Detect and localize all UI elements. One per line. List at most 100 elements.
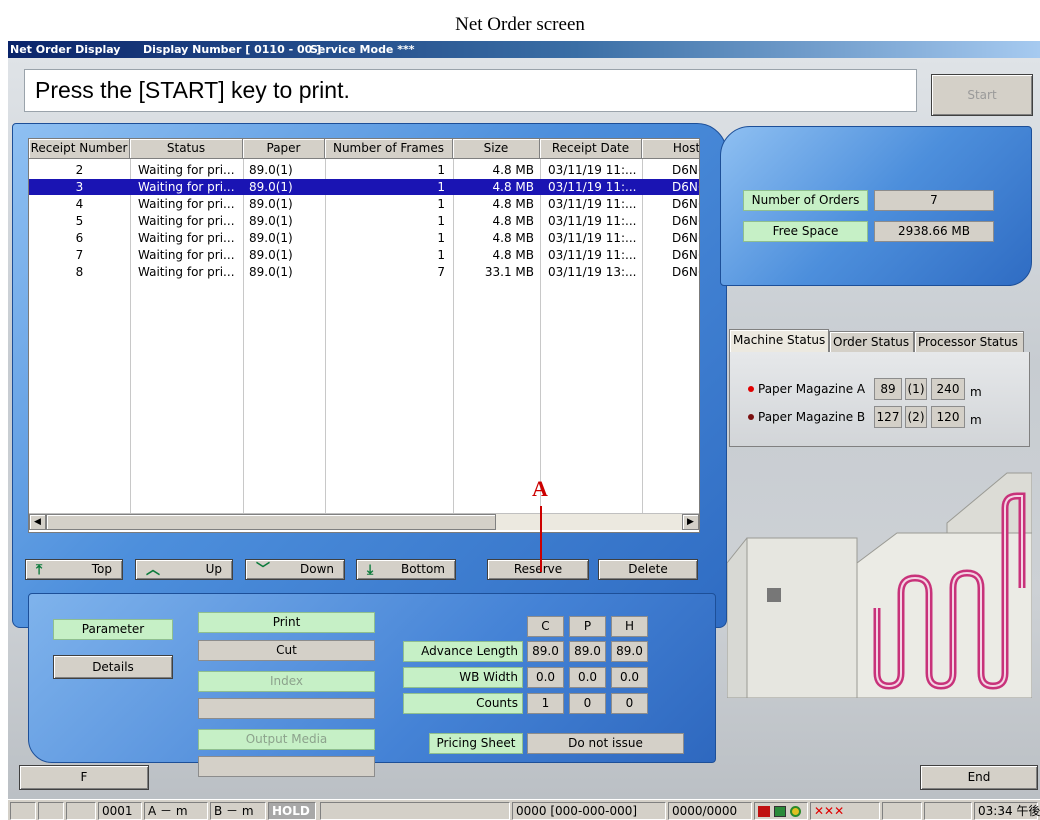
status-slot-3	[66, 802, 96, 820]
scroll-right-icon[interactable]: ▶	[682, 514, 699, 530]
table-cell-date: 03/11/19 11:...	[548, 214, 637, 228]
table-row[interactable]: 5 Waiting for pri... 89.0(1) 1 4.8 MB 03/11/1…	[29, 213, 700, 229]
status-bar: 0001 A － m B － m HOLD 0000 [000-000-000]…	[8, 799, 1040, 820]
magazine-a-slot: (1)	[905, 378, 927, 400]
table-cell-frames: 1	[437, 214, 445, 228]
column-number-of-frames[interactable]: Number of Frames	[325, 139, 453, 159]
table-cell-frames: 7	[437, 265, 445, 279]
counts-p: 0	[569, 693, 606, 714]
magazine-b-width: 127	[874, 406, 902, 428]
table-cell-receipt: 6	[75, 231, 84, 245]
column-host[interactable]: Host	[642, 139, 699, 159]
status-slot-2	[38, 802, 64, 820]
bottom-button-label: Bottom	[400, 562, 445, 576]
status-empty	[320, 802, 510, 820]
table-cell-paper: 89.0(1)	[249, 231, 293, 245]
table-row[interactable]: 6 Waiting for pri... 89.0(1) 1 4.8 MB 03/11/1…	[29, 230, 699, 246]
table-cell-date: 03/11/19 11:...	[548, 248, 637, 262]
number-of-orders-value: 7	[874, 190, 994, 211]
wb-h: 0.0	[611, 667, 648, 688]
delete-button[interactable]: Delete	[598, 559, 698, 580]
print-cell: Print	[198, 612, 375, 633]
status-a: A － m	[144, 802, 208, 820]
column-status[interactable]: Status	[130, 139, 243, 159]
table-row[interactable]: 8 Waiting for pri... 89.0(1) 7 33.1 MB 03/11/…	[29, 264, 700, 280]
tab-order-status[interactable]: Order Status	[829, 331, 914, 353]
index-value	[198, 698, 375, 719]
wb-width-label: WB Width	[403, 667, 523, 688]
table-cell-frames: 1	[437, 197, 445, 211]
title-bar: Net Order Display Display Number [ 0110 …	[8, 41, 1040, 58]
details-button[interactable]: Details	[53, 655, 173, 679]
table-cell-frames: 1	[437, 231, 445, 245]
scroll-thumb[interactable]	[46, 514, 496, 530]
status-counter: 0000 [000-000-000]	[512, 802, 666, 820]
wb-c: 0.0	[527, 667, 564, 688]
table-cell-host: D6N(	[672, 214, 700, 228]
up-arrow-icon: ︿	[146, 562, 160, 578]
status-icons	[754, 802, 808, 820]
bottom-button[interactable]: ⤓ Bottom	[356, 559, 456, 580]
table-cell-host: D6N(	[672, 180, 700, 194]
reserve-button[interactable]: Reserve	[487, 559, 589, 580]
table-cell-frames: 1	[437, 180, 445, 194]
error-marks: ✕✕✕	[810, 802, 880, 820]
table-cell-paper: 89.0(1)	[249, 180, 293, 194]
horizontal-scrollbar[interactable]: ◀ ▶	[29, 513, 699, 530]
table-cell-host: D6N(	[672, 163, 700, 177]
table-cell-receipt: 5	[75, 214, 84, 228]
tab-machine-status[interactable]: Machine Status	[729, 329, 829, 353]
header-p: P	[569, 616, 606, 637]
status-slot-1	[10, 802, 36, 820]
magazine-a-length: 240	[931, 378, 965, 400]
table-cell-host: D6N(	[672, 265, 700, 279]
table-cell-receipt: 4	[75, 197, 84, 211]
magazine-a-label: Paper Magazine A	[758, 382, 866, 396]
column-size[interactable]: Size	[453, 139, 540, 159]
end-button[interactable]: End	[920, 765, 1038, 790]
header-c: C	[527, 616, 564, 637]
table-cell-date: 03/11/19 11:...	[548, 231, 637, 245]
scroll-left-icon[interactable]: ◀	[29, 514, 46, 530]
service-mode: Service Mode ***	[310, 43, 415, 56]
printer-icon	[758, 806, 770, 817]
table-cell-size: 4.8 MB	[492, 197, 534, 211]
order-list[interactable]: Receipt Number Status Paper Number of Fr…	[28, 138, 700, 533]
table-row[interactable]: 3 Waiting for pri... 89.0(1) 1 4.8 MB 03/11/1…	[29, 179, 700, 195]
column-paper[interactable]: Paper	[243, 139, 325, 159]
table-cell-size: 4.8 MB	[492, 231, 534, 245]
display-number: Display Number [ 0110 - 00 ]	[143, 43, 322, 56]
double-up-arrow-icon: ⤒	[36, 562, 43, 578]
column-receipt-date[interactable]: Receipt Date	[540, 139, 642, 159]
f-button[interactable]: F	[19, 765, 149, 790]
table-cell-paper: 89.0(1)	[249, 214, 293, 228]
start-button[interactable]: Start	[931, 74, 1033, 116]
column-receipt-number[interactable]: Receipt Number	[29, 139, 130, 159]
status-slot-blank-2	[924, 802, 972, 820]
app-title: Net Order Display	[10, 43, 121, 56]
pricing-sheet-label: Pricing Sheet	[429, 733, 523, 754]
magazine-b-indicator-icon	[748, 414, 754, 420]
magazine-b-unit: m	[970, 413, 982, 427]
table-cell-receipt: 8	[75, 265, 84, 279]
table-row[interactable]: 2 Waiting for pri... 89.0(1) 1 4.8 MB 03/11/1…	[29, 162, 700, 178]
annotation-label-a: A	[532, 476, 548, 501]
number-of-orders-label: Number of Orders	[743, 190, 868, 211]
table-cell-paper: 89.0(1)	[249, 197, 293, 211]
list-header: Receipt Number Status Paper Number of Fr…	[29, 139, 699, 159]
tab-processor-status[interactable]: Processor Status	[914, 331, 1024, 353]
app-window: Press the [START] key to print. Start Re…	[8, 58, 1040, 820]
image-icon	[773, 806, 786, 817]
table-cell-status: Waiting for pri...	[138, 180, 235, 194]
table-cell-status: Waiting for pri...	[138, 231, 235, 245]
output-media-cell: Output Media	[198, 729, 375, 750]
down-button[interactable]: ﹀ Down	[245, 559, 345, 580]
output-media-value	[198, 756, 375, 777]
magazine-a-unit: m	[970, 385, 982, 399]
table-cell-frames: 1	[437, 163, 445, 177]
table-row[interactable]: 4 Waiting for pri... 89.0(1) 1 4.8 MB 03/11/1…	[29, 196, 699, 212]
table-row[interactable]: 7 Waiting for pri... 89.0(1) 1 4.8 MB 03/11/1…	[29, 247, 699, 263]
up-button[interactable]: ︿ Up	[135, 559, 233, 580]
table-cell-status: Waiting for pri...	[138, 265, 235, 279]
top-button[interactable]: ⤒ Top	[25, 559, 123, 580]
